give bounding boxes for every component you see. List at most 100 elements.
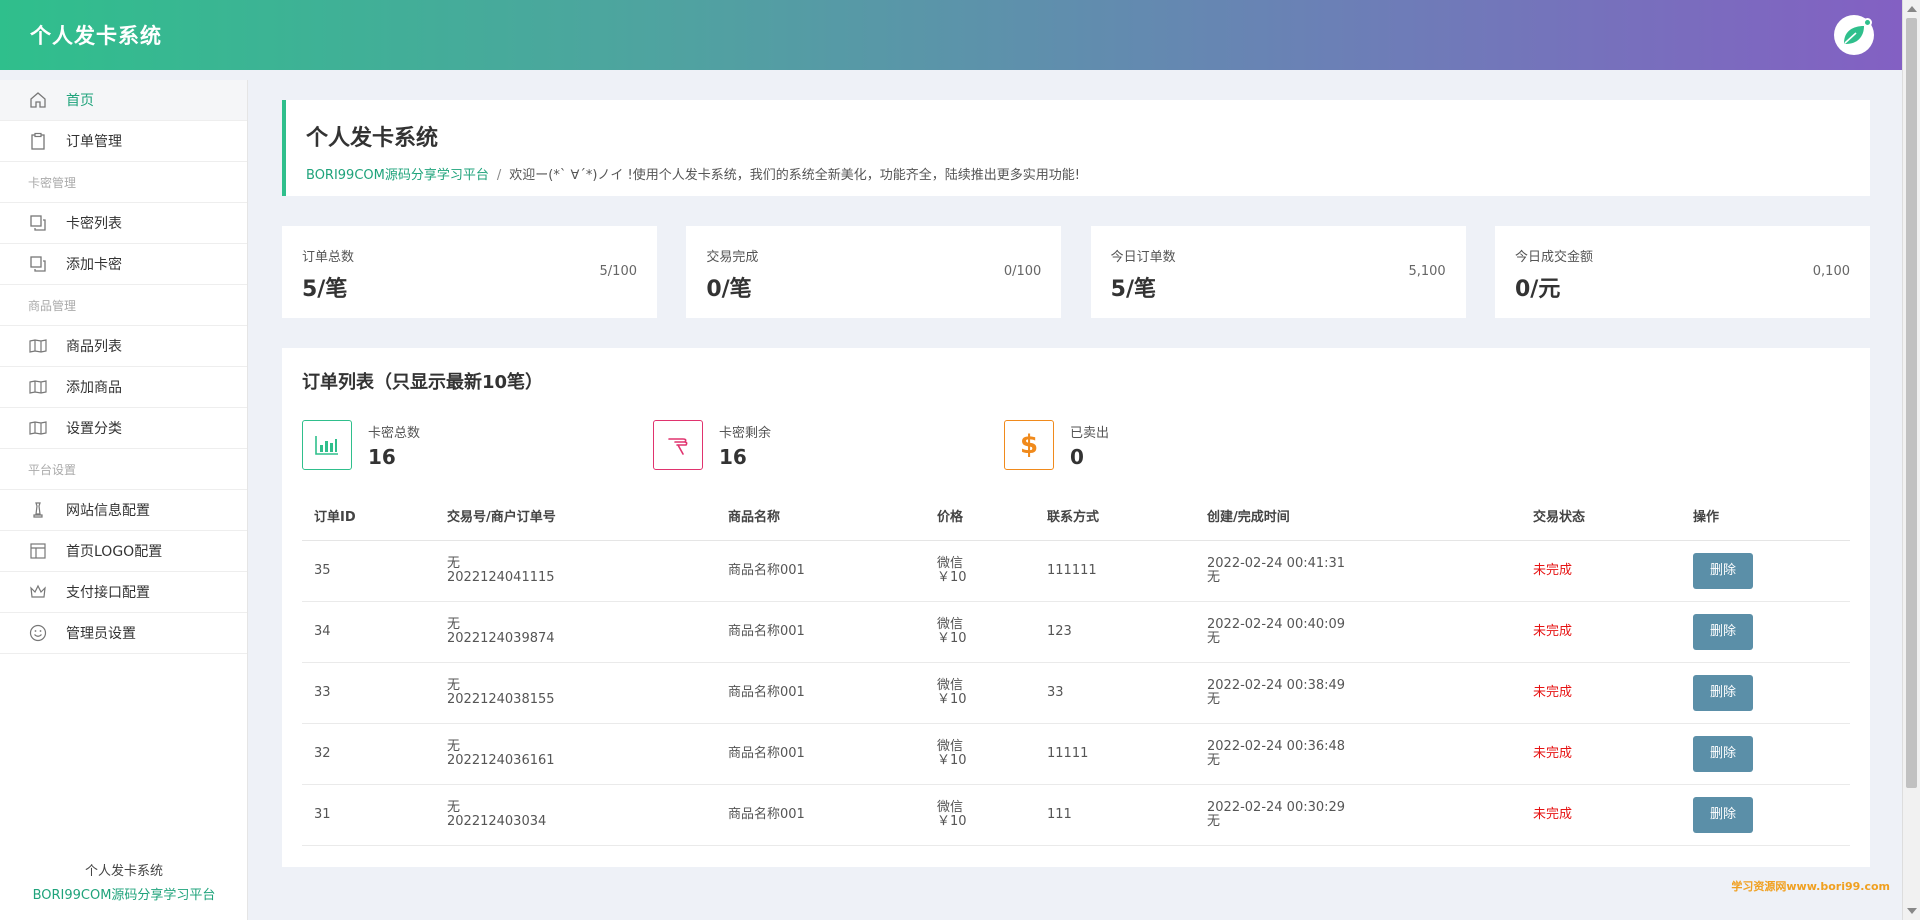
orders-panel: 订单列表（只显示最新10笔） 卡密总数 16 卡密剩余 16 $ 已卖出 0 订… (282, 348, 1870, 867)
home-icon (28, 90, 48, 110)
scroll-up-icon[interactable] (1907, 6, 1917, 12)
sidebar-item-card-list[interactable]: 卡密列表 (0, 203, 247, 244)
cell-contact: 123 (1035, 601, 1195, 663)
column-header: 商品名称 (716, 492, 925, 541)
sidebar-item-add-product[interactable]: 添加商品 (0, 367, 247, 408)
cell-time: 2022-02-24 00:40:09 无 (1195, 601, 1521, 663)
price-value: ￥10 (937, 630, 967, 646)
book-icon (28, 377, 48, 397)
finished-time: 无 (1207, 813, 1221, 829)
status-badge: 未完成 (1533, 684, 1573, 700)
cell-trade: 无 2022124036161 (435, 723, 716, 785)
scroll-thumb[interactable] (1906, 18, 1917, 788)
book-icon (28, 418, 48, 438)
merchant-no: 2022124039874 (447, 630, 555, 646)
scroll-down-icon[interactable] (1907, 908, 1917, 914)
clipboard-icon (28, 131, 48, 151)
column-header: 订单ID (302, 492, 435, 541)
breadcrumb-separator: / (496, 168, 502, 183)
leaf-icon[interactable] (1834, 15, 1874, 55)
cell-product: 商品名称001 (716, 784, 925, 846)
stat-card-total-orders: 订单总数 5/笔 5/100 (282, 226, 657, 318)
stat-value: 5/笔 (302, 277, 348, 302)
smile-icon (28, 623, 48, 643)
stat-label: 交易完成 (706, 250, 759, 265)
sidebar-item-product-list[interactable]: 商品列表 (0, 326, 247, 367)
cell-time: 2022-02-24 00:41:31 无 (1195, 540, 1521, 602)
stat-label: 今日成交金额 (1514, 250, 1593, 265)
cell-status: 未完成 (1521, 723, 1681, 785)
delete-button[interactable]: 删除 (1693, 613, 1753, 650)
cell-id: 33 (302, 662, 435, 724)
sidebar-item-label: 网站信息配置 (66, 503, 150, 519)
created-time: 2022-02-24 00:38:49 (1207, 677, 1346, 693)
sidebar-item-payment-config[interactable]: 支付接口配置 (0, 572, 247, 613)
welcome-text: 欢迎ー(*ˋ ∀ˊ*)ノイ !使用个人发卡系统，我们的系统全新美化，功能齐全，陆… (509, 168, 1080, 183)
platform-link[interactable]: BORI99COM源码分享学习平台 (306, 168, 489, 183)
crown-icon (28, 582, 48, 602)
summary-total-cards: 卡密总数 16 (302, 420, 653, 470)
sidebar-item-admin-settings[interactable]: 管理员设置 (0, 613, 247, 654)
stats-row: 订单总数 5/笔 5/100 交易完成 0/笔 0/100 今日订单数 5/笔 … (282, 226, 1870, 318)
merchant-no: 2022124036161 (447, 752, 555, 768)
sidebar-item-orders[interactable]: 订单管理 (0, 121, 247, 162)
table-row: 32 无 2022124036161 商品名称001 微信 ￥10 11111 20… (302, 723, 1850, 785)
bar-chart-icon (302, 420, 352, 470)
column-header: 价格 (925, 492, 1035, 541)
stat-label: 订单总数 (302, 250, 355, 265)
table-row: 34 无 2022124039874 商品名称001 微信 ￥10 123 2022… (302, 601, 1850, 663)
cell-price: 微信 ￥10 (925, 723, 1035, 785)
sidebar-item-categories[interactable]: 设置分类 (0, 408, 247, 449)
dollar-icon: $ (1004, 420, 1054, 470)
delete-button[interactable]: 删除 (1693, 674, 1753, 711)
cell-id: 34 (302, 601, 435, 663)
cell-contact: 33 (1035, 662, 1195, 724)
footer-link[interactable]: BORI99COM源码分享学习平台 (0, 884, 248, 908)
delete-button[interactable]: 删除 (1693, 552, 1753, 589)
stat-value: 0/元 (1514, 277, 1561, 302)
price-value: ￥10 (937, 569, 967, 585)
sidebar-item-label: 首页 (66, 93, 94, 109)
summary-value: 0 (1070, 444, 1084, 469)
merchant-no: 2022124038155 (447, 691, 555, 707)
delete-button[interactable]: 删除 (1693, 796, 1753, 833)
column-header: 交易状态 (1521, 492, 1681, 541)
merchant-no: 202212403034 (447, 813, 547, 829)
vertical-scrollbar[interactable] (1902, 0, 1920, 920)
cell-price: 微信 ￥10 (925, 662, 1035, 724)
status-badge: 未完成 (1533, 562, 1573, 578)
pay-method: 微信 (937, 677, 964, 693)
cell-status: 未完成 (1521, 662, 1681, 724)
cell-status: 未完成 (1521, 784, 1681, 846)
sidebar-item-logo-config[interactable]: 首页LOGO配置 (0, 531, 247, 572)
delete-button[interactable]: 删除 (1693, 735, 1753, 772)
table-row: 33 无 2022124038155 商品名称001 微信 ￥10 33 2022-… (302, 662, 1850, 724)
cell-time: 2022-02-24 00:30:29 无 (1195, 784, 1521, 846)
cell-trade: 无 202212403034 (435, 784, 716, 846)
summary-label: 卡密剩余 (719, 425, 772, 441)
table-row: 31 无 202212403034 商品名称001 微信 ￥10 111 2022-… (302, 784, 1850, 846)
column-header: 创建/完成时间 (1195, 492, 1521, 541)
cell-action: 删除 (1681, 540, 1850, 602)
sidebar-item-label: 卡密列表 (66, 216, 122, 232)
sidebar-item-site-config[interactable]: 网站信息配置 (0, 490, 247, 531)
price-value: ￥10 (937, 691, 967, 707)
summary-sold: $ 已卖出 0 (1004, 420, 1355, 470)
cell-contact: 11111 (1035, 723, 1195, 785)
sidebar-item-home[interactable]: 首页 (0, 80, 247, 121)
trade-no: 无 (447, 738, 461, 754)
sidebar-section-cards: 卡密管理 (0, 162, 247, 203)
stat-card-today-orders: 今日订单数 5/笔 5,100 (1090, 226, 1466, 318)
layout-icon (28, 541, 48, 561)
sidebar-item-label: 首页LOGO配置 (66, 544, 163, 560)
cell-action: 删除 (1681, 784, 1850, 846)
copy-icon (28, 213, 48, 233)
cell-product: 商品名称001 (716, 601, 925, 663)
sidebar-item-add-card[interactable]: 添加卡密 (0, 244, 247, 285)
cell-action: 删除 (1681, 723, 1850, 785)
sidebar-item-label: 添加商品 (66, 380, 122, 396)
stat-sub: 5,100 (1408, 264, 1446, 279)
sidebar-item-label: 支付接口配置 (66, 585, 150, 601)
cell-trade: 无 2022124038155 (435, 662, 716, 724)
status-badge: 未完成 (1533, 623, 1573, 639)
